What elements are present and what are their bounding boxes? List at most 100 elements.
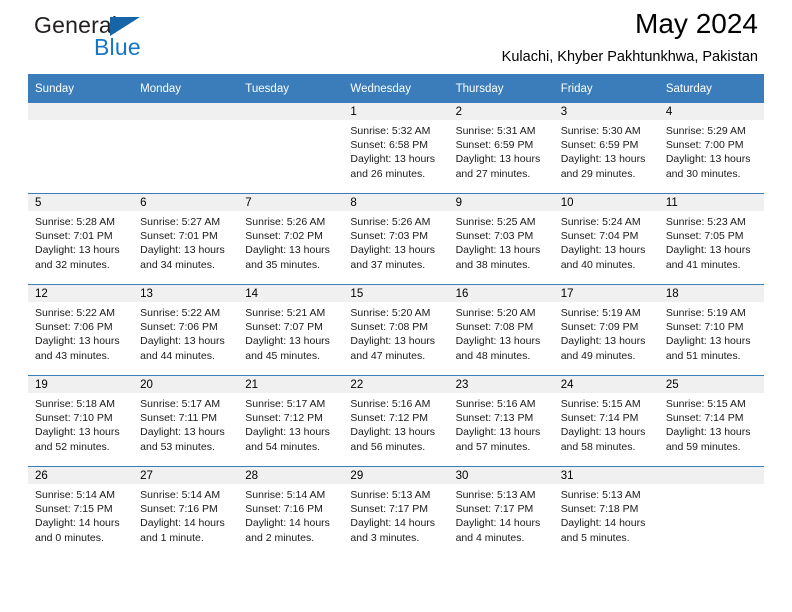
sunset-text: Sunset: 7:13 PM xyxy=(455,412,534,425)
calendar-cell-day-7[interactable]: 7 Sunrise: 5:26 AM Sunset: 7:02 PM Daylight… xyxy=(238,193,344,285)
day-details: Sunrise: 5:13 AM Sunset: 7:17 PM Daylight:… xyxy=(449,484,554,545)
day-cell: 7 Sunrise: 5:26 AM Sunset: 7:02 PM Daylight… xyxy=(238,194,344,284)
day-cell xyxy=(238,103,344,193)
day-number: 24 xyxy=(553,376,659,393)
day-cell: 2 Sunrise: 5:31 AM Sunset: 6:59 PM Daylight… xyxy=(448,103,554,193)
calendar-cell-day-17[interactable]: 17 Sunrise: 5:19 AM Sunset: 7:09 PM Dayligh… xyxy=(553,284,659,376)
calendar-week-row: 19 Sunrise: 5:18 AM Sunset: 7:10 PM Dayligh… xyxy=(28,375,764,467)
daylight-text: Daylight: 13 hours and 48 minutes. xyxy=(455,335,541,362)
calendar-cell-day-11[interactable]: 11 Sunrise: 5:23 AM Sunset: 7:05 PM Dayligh… xyxy=(658,193,764,285)
general-blue-logo[interactable]: General Blue xyxy=(34,12,234,64)
day-cell: 16 Sunrise: 5:20 AM Sunset: 7:08 PM Dayligh… xyxy=(448,285,554,375)
daylight-text: Daylight: 14 hours and 3 minutes. xyxy=(350,517,436,544)
day-cell: 28 Sunrise: 5:14 AM Sunset: 7:16 PM Dayligh… xyxy=(238,467,344,557)
calendar-cell-day-8[interactable]: 8 Sunrise: 5:26 AM Sunset: 7:03 PM Daylight… xyxy=(343,193,449,285)
calendar-cell-day-3[interactable]: 3 Sunrise: 5:30 AM Sunset: 6:59 PM Daylight… xyxy=(553,103,659,194)
day-number: 28 xyxy=(238,467,344,484)
daylight-text: Daylight: 13 hours and 27 minutes. xyxy=(455,153,541,180)
sunrise-text: Sunrise: 5:17 AM xyxy=(245,398,326,410)
sunrise-text: Sunrise: 5:14 AM xyxy=(35,489,115,501)
day-details: Sunrise: 5:22 AM Sunset: 7:06 PM Daylight:… xyxy=(133,302,238,363)
day-number: 20 xyxy=(133,376,239,393)
day-cell: 22 Sunrise: 5:16 AM Sunset: 7:12 PM Dayligh… xyxy=(343,376,449,466)
day-details: Sunrise: 5:27 AM Sunset: 7:01 PM Daylight:… xyxy=(133,211,238,272)
calendar-cell-day-16[interactable]: 16 Sunrise: 5:20 AM Sunset: 7:08 PM Dayligh… xyxy=(448,284,554,376)
day-number: 1 xyxy=(343,103,449,120)
day-cell: 10 Sunrise: 5:24 AM Sunset: 7:04 PM Dayligh… xyxy=(553,194,659,284)
calendar-cell-day-14[interactable]: 14 Sunrise: 5:21 AM Sunset: 7:07 PM Dayligh… xyxy=(238,284,344,376)
day-cell: 12 Sunrise: 5:22 AM Sunset: 7:06 PM Dayligh… xyxy=(28,285,134,375)
calendar-cell-day-18[interactable]: 18 Sunrise: 5:19 AM Sunset: 7:10 PM Dayligh… xyxy=(658,284,764,376)
calendar-cell-day-15[interactable]: 15 Sunrise: 5:20 AM Sunset: 7:08 PM Dayligh… xyxy=(343,284,449,376)
day-details: Sunrise: 5:14 AM Sunset: 7:15 PM Daylight:… xyxy=(28,484,133,545)
daylight-text: Daylight: 13 hours and 47 minutes. xyxy=(350,335,436,362)
weekday-header-wednesday: Wednesday xyxy=(343,74,449,103)
sunset-text: Sunset: 7:15 PM xyxy=(35,503,113,516)
sunrise-text: Sunrise: 5:18 AM xyxy=(35,398,115,410)
sunset-text: Sunset: 7:06 PM xyxy=(35,321,113,334)
daylight-text: Daylight: 13 hours and 52 minutes. xyxy=(35,426,120,453)
weekday-header-row: Sunday Monday Tuesday Wednesday Thursday Frid… xyxy=(28,74,764,103)
calendar-cell-day-29[interactable]: 29 Sunrise: 5:13 AM Sunset: 7:17 PM Dayligh… xyxy=(343,466,449,557)
sunset-text: Sunset: 7:03 PM xyxy=(455,230,534,243)
day-details: Sunrise: 5:16 AM Sunset: 7:13 PM Daylight:… xyxy=(449,393,554,454)
day-details: Sunrise: 5:16 AM Sunset: 7:12 PM Daylight:… xyxy=(343,393,448,454)
sunset-text: Sunset: 7:16 PM xyxy=(245,503,323,516)
day-cell: 30 Sunrise: 5:13 AM Sunset: 7:17 PM Dayligh… xyxy=(448,467,554,557)
calendar-cell-day-25[interactable]: 25 Sunrise: 5:15 AM Sunset: 7:14 PM Dayligh… xyxy=(658,375,764,467)
calendar-cell-empty xyxy=(133,103,239,194)
day-details: Sunrise: 5:13 AM Sunset: 7:17 PM Daylight:… xyxy=(343,484,448,545)
day-number: 29 xyxy=(343,467,449,484)
calendar-cell-day-10[interactable]: 10 Sunrise: 5:24 AM Sunset: 7:04 PM Dayligh… xyxy=(553,193,659,285)
calendar-week-row: 12 Sunrise: 5:22 AM Sunset: 7:06 PM Dayligh… xyxy=(28,284,764,376)
sunrise-text: Sunrise: 5:25 AM xyxy=(455,216,536,228)
sunrise-text: Sunrise: 5:22 AM xyxy=(140,307,221,319)
day-cell: 4 Sunrise: 5:29 AM Sunset: 7:00 PM Daylight… xyxy=(658,103,764,193)
daylight-text: Daylight: 13 hours and 43 minutes. xyxy=(35,335,120,362)
page-header: General Blue May 2024 Kulachi, Khyber Pa… xyxy=(28,0,764,74)
day-details: Sunrise: 5:23 AM Sunset: 7:05 PM Daylight:… xyxy=(659,211,764,272)
calendar-cell-day-21[interactable]: 21 Sunrise: 5:17 AM Sunset: 7:12 PM Dayligh… xyxy=(238,375,344,467)
day-number: 27 xyxy=(133,467,239,484)
calendar-week-row: 26 Sunrise: 5:14 AM Sunset: 7:15 PM Dayligh… xyxy=(28,466,764,557)
day-cell: 21 Sunrise: 5:17 AM Sunset: 7:12 PM Dayligh… xyxy=(238,376,344,466)
calendar-cell-day-31[interactable]: 31 Sunrise: 5:13 AM Sunset: 7:18 PM Dayligh… xyxy=(553,466,659,557)
day-number xyxy=(28,103,134,120)
sunset-text: Sunset: 6:59 PM xyxy=(455,139,534,152)
day-details: Sunrise: 5:19 AM Sunset: 7:09 PM Daylight:… xyxy=(554,302,659,363)
calendar-cell-day-13[interactable]: 13 Sunrise: 5:22 AM Sunset: 7:06 PM Dayligh… xyxy=(133,284,239,376)
calendar-cell-day-12[interactable]: 12 Sunrise: 5:22 AM Sunset: 7:06 PM Dayligh… xyxy=(28,284,134,376)
calendar-cell-day-22[interactable]: 22 Sunrise: 5:16 AM Sunset: 7:12 PM Dayligh… xyxy=(343,375,449,467)
calendar-cell-day-23[interactable]: 23 Sunrise: 5:16 AM Sunset: 7:13 PM Dayligh… xyxy=(448,375,554,467)
weekday-header-saturday: Saturday xyxy=(658,74,764,103)
sunset-text: Sunset: 7:01 PM xyxy=(35,230,113,243)
calendar-cell-day-9[interactable]: 9 Sunrise: 5:25 AM Sunset: 7:03 PM Daylight… xyxy=(448,193,554,285)
daylight-text: Daylight: 14 hours and 5 minutes. xyxy=(560,517,646,544)
sunset-text: Sunset: 7:08 PM xyxy=(455,321,534,334)
daylight-text: Daylight: 13 hours and 26 minutes. xyxy=(350,153,436,180)
calendar-cell-day-4[interactable]: 4 Sunrise: 5:29 AM Sunset: 7:00 PM Daylight… xyxy=(658,103,764,194)
calendar-week-row: 1 Sunrise: 5:32 AM Sunset: 6:58 PM Daylight… xyxy=(28,103,764,194)
day-details: Sunrise: 5:20 AM Sunset: 7:08 PM Daylight:… xyxy=(449,302,554,363)
day-details: Sunrise: 5:28 AM Sunset: 7:01 PM Daylight:… xyxy=(28,211,133,272)
calendar-cell-day-28[interactable]: 28 Sunrise: 5:14 AM Sunset: 7:16 PM Dayligh… xyxy=(238,466,344,557)
day-number: 25 xyxy=(658,376,764,393)
calendar-cell-day-5[interactable]: 5 Sunrise: 5:28 AM Sunset: 7:01 PM Daylight… xyxy=(28,193,134,285)
calendar-cell-day-26[interactable]: 26 Sunrise: 5:14 AM Sunset: 7:15 PM Dayligh… xyxy=(28,466,134,557)
calendar-cell-day-2[interactable]: 2 Sunrise: 5:31 AM Sunset: 6:59 PM Daylight… xyxy=(448,103,554,194)
calendar-cell-day-20[interactable]: 20 Sunrise: 5:17 AM Sunset: 7:11 PM Dayligh… xyxy=(133,375,239,467)
day-number: 26 xyxy=(28,467,134,484)
sunset-text: Sunset: 7:10 PM xyxy=(665,321,744,334)
calendar-cell-day-24[interactable]: 24 Sunrise: 5:15 AM Sunset: 7:14 PM Dayligh… xyxy=(553,375,659,467)
calendar-cell-day-30[interactable]: 30 Sunrise: 5:13 AM Sunset: 7:17 PM Dayligh… xyxy=(448,466,554,557)
calendar-cell-day-6[interactable]: 6 Sunrise: 5:27 AM Sunset: 7:01 PM Daylight… xyxy=(133,193,239,285)
calendar-cell-day-27[interactable]: 27 Sunrise: 5:14 AM Sunset: 7:16 PM Dayligh… xyxy=(133,466,239,557)
day-details: Sunrise: 5:26 AM Sunset: 7:02 PM Daylight:… xyxy=(238,211,343,272)
sunset-text: Sunset: 7:01 PM xyxy=(140,230,218,243)
daylight-text: Daylight: 13 hours and 34 minutes. xyxy=(140,244,225,271)
day-number: 31 xyxy=(553,467,659,484)
day-number: 11 xyxy=(658,194,764,211)
calendar-cell-day-19[interactable]: 19 Sunrise: 5:18 AM Sunset: 7:10 PM Dayligh… xyxy=(28,375,134,467)
day-details: Sunrise: 5:14 AM Sunset: 7:16 PM Daylight:… xyxy=(133,484,238,545)
calendar-cell-day-1[interactable]: 1 Sunrise: 5:32 AM Sunset: 6:58 PM Daylight… xyxy=(343,103,449,194)
